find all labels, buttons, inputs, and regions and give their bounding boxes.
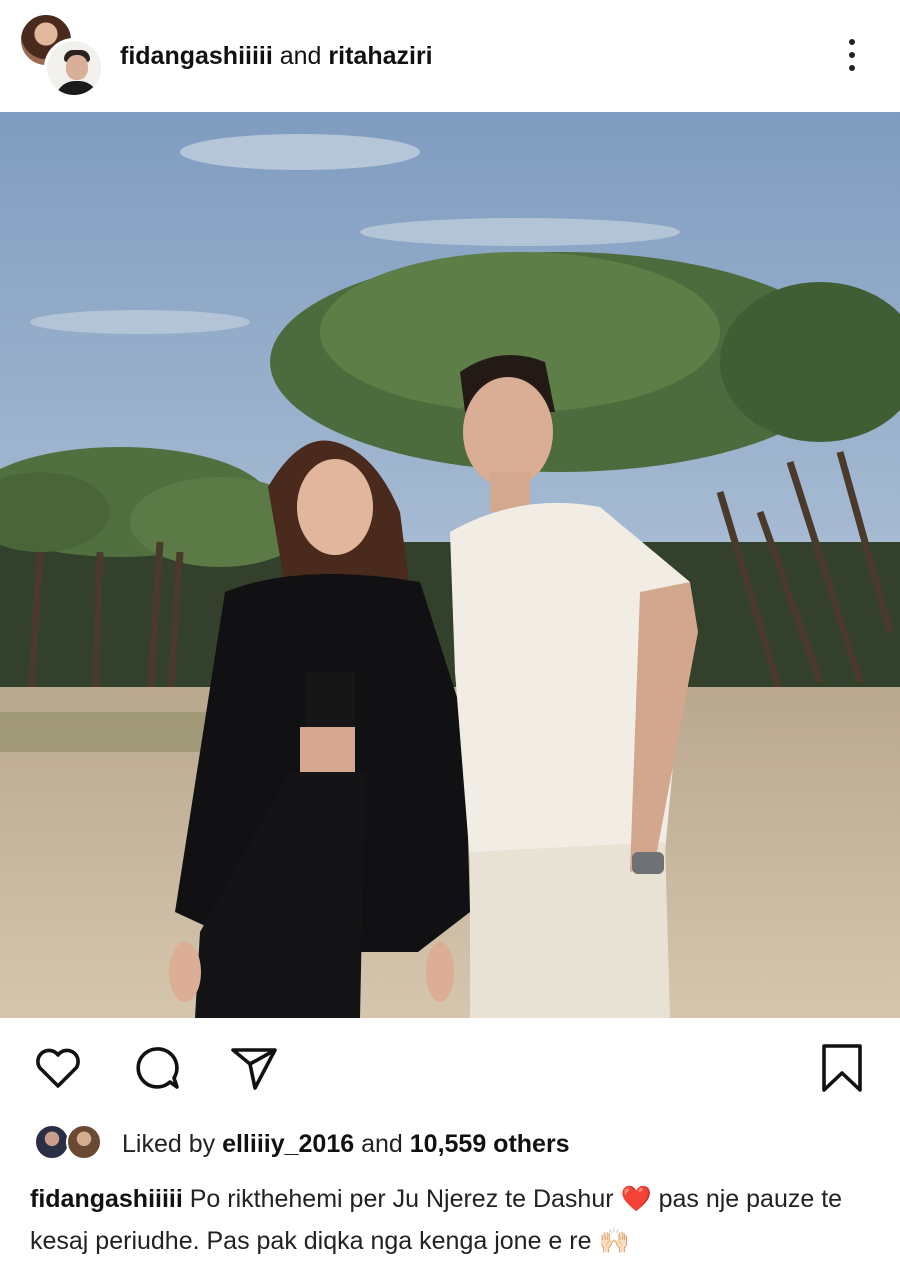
likes-prefix: Liked by	[122, 1130, 216, 1158]
post-header: fidangashiiiii and ritahaziri	[0, 0, 900, 112]
liker-avatar[interactable]	[34, 1124, 70, 1160]
post-authors: fidangashiiiii and ritahaziri	[120, 42, 433, 71]
caption-username[interactable]: fidangashiiiii	[30, 1185, 183, 1213]
likes-joiner: and	[361, 1130, 403, 1158]
liker-username[interactable]: elliiiy_2016	[222, 1130, 354, 1158]
bookmark-icon[interactable]	[816, 1042, 868, 1094]
comment-icon[interactable]	[130, 1042, 182, 1094]
more-vertical-icon[interactable]	[838, 36, 866, 76]
raised-hands-emoji: 🙌🏻	[598, 1227, 630, 1255]
likes-count[interactable]: 10,559 others	[410, 1130, 570, 1158]
author-avatar-ritahaziri[interactable]	[44, 38, 104, 98]
post-photo[interactable]	[0, 112, 900, 1018]
heart-emoji: ❤️	[620, 1185, 652, 1213]
action-bar	[0, 1018, 900, 1118]
likes-summary[interactable]: Liked by elliiiy_2016 and 10,559 others	[122, 1130, 570, 1159]
post-caption: fidangashiiiii Po rikthehemi per Ju Njer…	[30, 1178, 880, 1262]
author-username-1[interactable]: fidangashiiiii	[120, 42, 273, 70]
liker-avatar[interactable]	[66, 1124, 102, 1160]
likes-row: Liked by elliiiy_2016 and 10,559 others	[0, 1118, 900, 1170]
photo-image	[0, 112, 900, 1018]
caption-text-1: Po rikthehemi per Ju Njerez te Dashur	[189, 1185, 614, 1213]
author-username-2[interactable]: ritahaziri	[328, 42, 432, 70]
send-icon[interactable]	[228, 1042, 280, 1094]
authors-joiner: and	[279, 42, 322, 70]
heart-outline-icon[interactable]	[32, 1042, 84, 1094]
